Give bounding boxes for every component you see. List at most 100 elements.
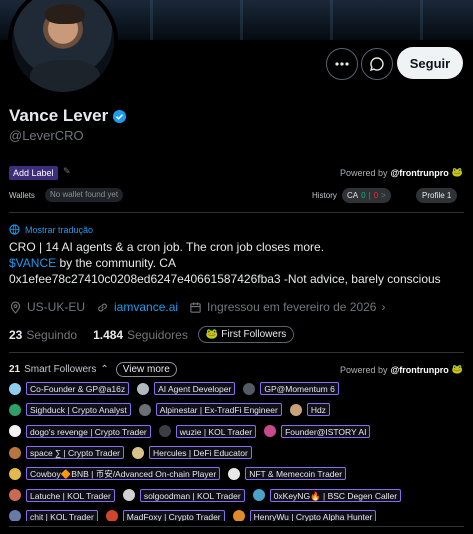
smart-follower-tag[interactable]: Hercules | DeFi Educator [149,446,252,460]
translate-link[interactable]: Mostrar tradução [9,224,93,235]
smart-follower-tag[interactable]: AI Agent Developer [154,382,236,396]
user-handle: @LeverCRO [9,128,84,143]
chevron-up-icon[interactable]: ⌃ [100,364,108,375]
smart-follower-tag[interactable]: wuzie | KOL Trader [175,424,257,438]
location-icon [10,301,21,314]
ca-label: CA [347,191,359,200]
smart-follower-item[interactable]: Latuche | KOL Trader [9,488,115,502]
powered-by-text: Powered by [339,364,388,375]
pencil-icon[interactable]: ✎ [63,166,71,177]
divider [9,212,464,213]
smart-follower-tag[interactable]: NFT & Memecoin Trader [245,467,347,481]
profile-history-pill[interactable]: Profile 1 [416,188,458,203]
frontrun-brand: @frontrunpro [390,167,449,178]
avatar[interactable] [132,446,144,459]
avatar[interactable] [264,425,277,438]
smart-follower-tag[interactable]: dogo's revenge | Crypto Trader [26,424,151,438]
smart-follower-item[interactable]: NFT & Memecoin Trader [228,467,347,481]
avatar[interactable] [9,510,21,521]
smart-follower-item[interactable]: 0xKeyNG🔥 | BSC Degen Caller [252,488,402,502]
smart-follower-tag[interactable]: Latuche | KOL Trader [26,488,115,502]
smart-follower-item[interactable]: solgoodman | KOL Trader [122,488,245,502]
frontrun-brand: @frontrunpro [390,364,449,375]
frontrun-powered-by[interactable]: Powered by @frontrunpro 🐸 [340,364,463,375]
avatar[interactable] [9,489,21,502]
smart-follower-item[interactable]: Hdz [289,403,330,417]
smart-followers-row: dogo's revenge | Crypto Trader wuzie | KO… [9,421,469,442]
avatar[interactable] [105,510,118,521]
smart-follower-tag[interactable]: Founder@ISTORY AI [281,424,371,438]
smart-follower-item[interactable]: GP@Momentum 6 [243,382,339,396]
bio-line-1: CRO | 14 AI agents & a cron job. The cro… [9,240,325,254]
ca-separator: | [368,191,371,200]
smart-follower-tag[interactable]: Hdz [306,403,330,417]
ca-green-count: 0 [361,191,366,200]
smart-follower-tag[interactable]: Alpinestar | Ex-TradFi Engineer [155,403,282,417]
avatar[interactable] [138,403,151,416]
smart-follower-tag[interactable]: Co-Founder & GP@a16z [26,382,130,396]
smart-follower-tag[interactable]: space ∑ | Crypto Trader [26,446,124,460]
view-more-button[interactable]: View more [115,362,177,377]
website-link[interactable]: iamvance.ai [114,300,178,314]
smart-follower-item[interactable]: chit | KOL Trader [9,509,98,521]
translate-icon [9,224,20,235]
smart-follower-item[interactable]: Cowboy🔶BNB | 币安/Advanced On-chain Player [9,467,221,481]
divider [9,352,464,353]
smart-follower-tag[interactable]: solgoodman | KOL Trader [139,488,245,502]
avatar[interactable] [228,467,241,480]
smart-follower-tag[interactable]: 0xKeyNG🔥 | BSC Degen Caller [269,488,402,502]
avatar[interactable] [9,467,21,480]
frontrun-powered-by[interactable]: Powered by @frontrunpro 🐸 [340,167,463,178]
following-label[interactable]: Seguindo [26,328,77,342]
avatar[interactable] [137,382,150,395]
smart-follower-tag[interactable]: chit | KOL Trader [26,509,98,521]
smart-follower-tag[interactable]: GP@Momentum 6 [260,382,339,396]
smart-follower-item[interactable]: HenryWu | Crypto Alpha Hunter [232,509,377,521]
first-followers-label: First Followers [221,329,287,340]
smart-follower-item[interactable]: Sighduck | Crypto Analyst [9,403,131,417]
smart-follower-tag[interactable]: Sighduck | Crypto Analyst [26,403,131,417]
avatar[interactable] [289,403,302,416]
smart-follower-item[interactable]: MadFoxy | Crypto Trader [105,509,225,521]
avatar[interactable] [9,403,21,416]
chevron-right-icon[interactable]: › [381,300,385,314]
follow-button[interactable]: Seguir [397,47,463,79]
avatar[interactable] [9,382,21,395]
smart-follower-tag[interactable]: MadFoxy | Crypto Trader [122,509,225,521]
smart-follower-tag[interactable]: Cowboy🔶BNB | 币安/Advanced On-chain Player [26,467,221,481]
smart-follower-item[interactable]: Founder@ISTORY AI [264,424,371,438]
avatar[interactable] [252,489,265,502]
avatar[interactable] [158,425,171,438]
avatar[interactable] [9,446,21,459]
smart-follower-item[interactable]: wuzie | KOL Trader [158,424,257,438]
more-button[interactable] [326,48,358,80]
profile-avatar[interactable] [8,0,118,96]
ca-history-pill[interactable]: CA 0 | 0 > [342,188,391,203]
smart-follower-tag[interactable]: HenryWu | Crypto Alpha Hunter [249,509,377,521]
cashtag-link[interactable]: $VANCE [9,256,56,270]
smart-follower-item[interactable]: space ∑ | Crypto Trader [9,446,124,460]
display-name-text: Vance Lever [9,106,109,125]
avatar[interactable] [9,425,21,438]
verified-badge-icon [113,109,127,123]
smart-followers-header: 21 Smart Followers ⌃ View more [9,362,177,377]
smart-follower-item[interactable]: AI Agent Developer [137,382,236,396]
followers-label[interactable]: Seguidores [127,328,188,342]
following-count[interactable]: 23 [9,328,22,342]
avatar[interactable] [243,382,256,395]
joined-text: Ingressou em fevereiro de 2026 [207,300,377,314]
add-label-button[interactable]: Add Label [9,166,58,180]
message-button[interactable] [361,48,393,80]
link-icon [98,303,107,311]
smart-followers-row: Latuche | KOL Trader solgoodman | KOL Tra… [9,484,469,505]
followers-count[interactable]: 1.484 [93,328,123,342]
smart-follower-item[interactable]: dogo's revenge | Crypto Trader [9,424,151,438]
smart-follower-item[interactable]: Hercules | DeFi Educator [132,446,252,460]
avatar[interactable] [232,510,245,521]
smart-follower-item[interactable]: Alpinestar | Ex-TradFi Engineer [138,403,282,417]
divider [9,526,464,527]
wallets-label: Wallets [9,191,35,200]
first-followers-button[interactable]: 🐸 First Followers [197,326,295,343]
avatar[interactable] [122,489,135,502]
smart-follower-item[interactable]: Co-Founder & GP@a16z [9,382,130,396]
